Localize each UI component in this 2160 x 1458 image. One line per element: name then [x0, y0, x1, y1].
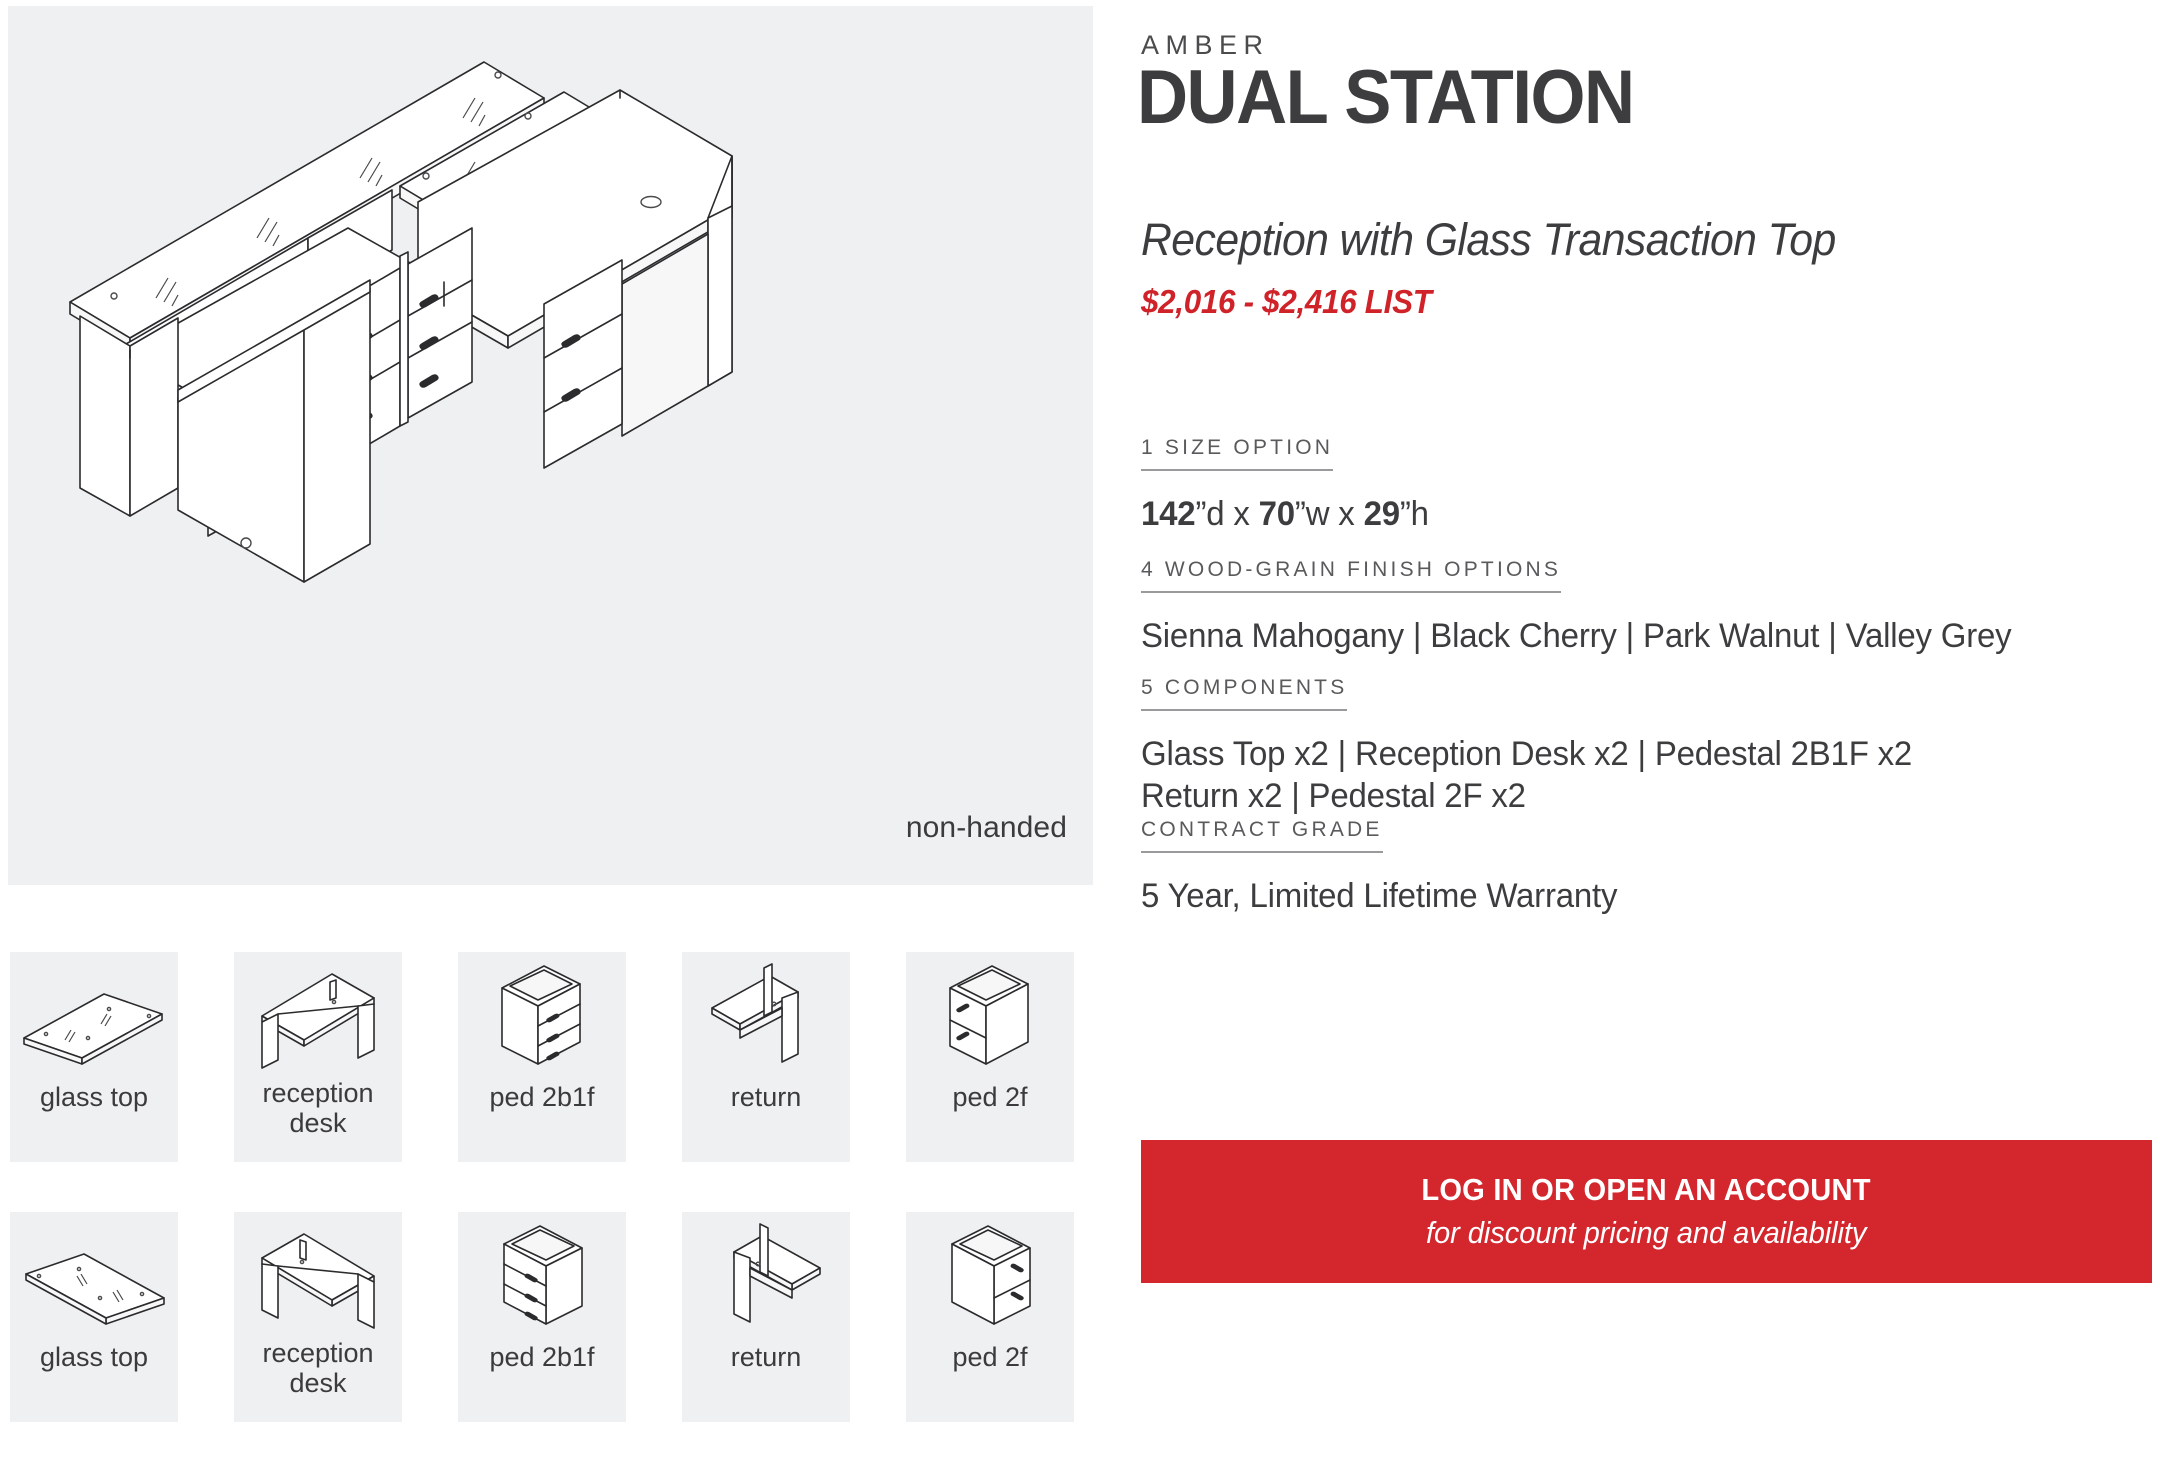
thumbnail-glass-top[interactable]: glass top [10, 952, 178, 1162]
spec-finish-values: Sienna Mahogany | Black Cherry | Park Wa… [1141, 617, 2012, 655]
return-icon [733, 1223, 821, 1323]
thumbnail-reception-desk[interactable]: reception desk [234, 952, 402, 1162]
left-end-panel [79, 315, 179, 517]
width-value: 70 [1258, 495, 1295, 533]
thumbnail-glass-top-mirror[interactable]: glass top [10, 1212, 178, 1422]
thumbnail-label: reception desk [262, 1078, 374, 1139]
spec-warranty-value: 5 Year, Limited Lifetime Warranty [1141, 877, 1618, 915]
pedestal-2b1f-icon [501, 965, 581, 1065]
spec-heading: CONTRACT GRADE [1141, 818, 1383, 853]
height-unit: ”h [1399, 495, 1429, 533]
dual-station-isometric-drawing [69, 61, 733, 583]
spec-components-line-1: Glass Top x2 | Reception Desk x2 | Pedes… [1141, 735, 1913, 773]
thumbnail-return-mirror[interactable]: return [682, 1212, 850, 1422]
depth-unit: ”d x [1195, 495, 1259, 533]
thumbnail-label: ped 2f [952, 1082, 1028, 1112]
thumbnail-label: reception desk [262, 1338, 374, 1399]
thumbnail-label: ped 2b1f [489, 1342, 595, 1372]
spec-heading: 5 COMPONENTS [1141, 676, 1348, 711]
cta-primary-label: LOG IN OR OPEN AN ACCOUNT [1421, 1172, 1872, 1207]
reception-desk-icon [261, 1233, 375, 1329]
spec-heading: 1 SIZE OPTION [1141, 436, 1334, 471]
reception-desk-icon [261, 973, 375, 1069]
pedestal-2f-icon [951, 1225, 1031, 1325]
spec-size-option: 1 SIZE OPTION 142”d x 70”w x 29”h [1141, 436, 2152, 535]
product-info-column: AMBER DUAL STATION Reception with Glass … [1137, 0, 2152, 1458]
component-thumbnail-row-1: glass top reception desk ped 2b1f return… [10, 952, 1095, 1162]
pedestal-2f-icon [949, 965, 1029, 1065]
cta-secondary-label: for discount pricing and availability [1426, 1215, 1867, 1250]
hero-image-panel[interactable]: non-handed [8, 6, 1093, 885]
thumbnail-label: glass top [39, 1342, 149, 1372]
thumbnail-ped-2b1f[interactable]: ped 2b1f [458, 952, 626, 1162]
product-detail-page: non-handed glass top reception desk ped … [0, 0, 2160, 1458]
thumbnail-label: return [730, 1342, 802, 1372]
return-icon [711, 963, 799, 1063]
thumbnail-label: ped 2b1f [489, 1082, 595, 1112]
thumbnail-ped-2b1f-mirror[interactable]: ped 2b1f [458, 1212, 626, 1422]
handedness-label: non-handed [905, 811, 1067, 844]
price-range: $2,016 - $2,416 LIST [1141, 283, 1432, 320]
glass-top-icon [25, 1253, 165, 1325]
width-unit: ”w x [1294, 495, 1364, 533]
thumbnail-return[interactable]: return [682, 952, 850, 1162]
thumbnail-label: ped 2f [952, 1342, 1028, 1372]
glass-top-icon [23, 993, 163, 1065]
spec-contract-grade: CONTRACT GRADE 5 Year, Limited Lifetime … [1141, 818, 2152, 917]
page-title: DUAL STATION [1137, 55, 1635, 140]
spec-components: 5 COMPONENTS Glass Top x2 | Reception De… [1141, 676, 2152, 817]
thumbnail-ped-2f[interactable]: ped 2f [906, 952, 1074, 1162]
spec-finish-options: 4 WOOD-GRAIN FINISH OPTIONS Sienna Mahog… [1141, 558, 2152, 657]
product-media-column: non-handed glass top reception desk ped … [8, 6, 1093, 1452]
thumbnail-ped-2f-mirror[interactable]: ped 2f [906, 1212, 1074, 1422]
spec-components-line-2: Return x2 | Pedestal 2F x2 [1141, 777, 1526, 816]
pedestal-2b1f-icon [503, 1225, 583, 1325]
height-value: 29 [1363, 495, 1400, 533]
spec-dimensions: 142”d x 70”w x 29”h [1141, 493, 2122, 535]
thumbnail-label: return [730, 1082, 802, 1112]
spec-heading: 4 WOOD-GRAIN FINISH OPTIONS [1141, 558, 1562, 593]
component-thumbnail-row-2: glass top reception desk ped 2b1f return… [10, 1212, 1095, 1422]
login-or-open-account-button[interactable]: LOG IN OR OPEN AN ACCOUNT for discount p… [1141, 1140, 2152, 1283]
thumbnail-label: glass top [39, 1082, 149, 1112]
pedestal-spine [399, 251, 409, 427]
product-subtitle: Reception with Glass Transaction Top [1141, 214, 1836, 265]
thumbnail-reception-desk-mirror[interactable]: reception desk [234, 1212, 402, 1422]
depth-value: 142 [1141, 495, 1196, 533]
